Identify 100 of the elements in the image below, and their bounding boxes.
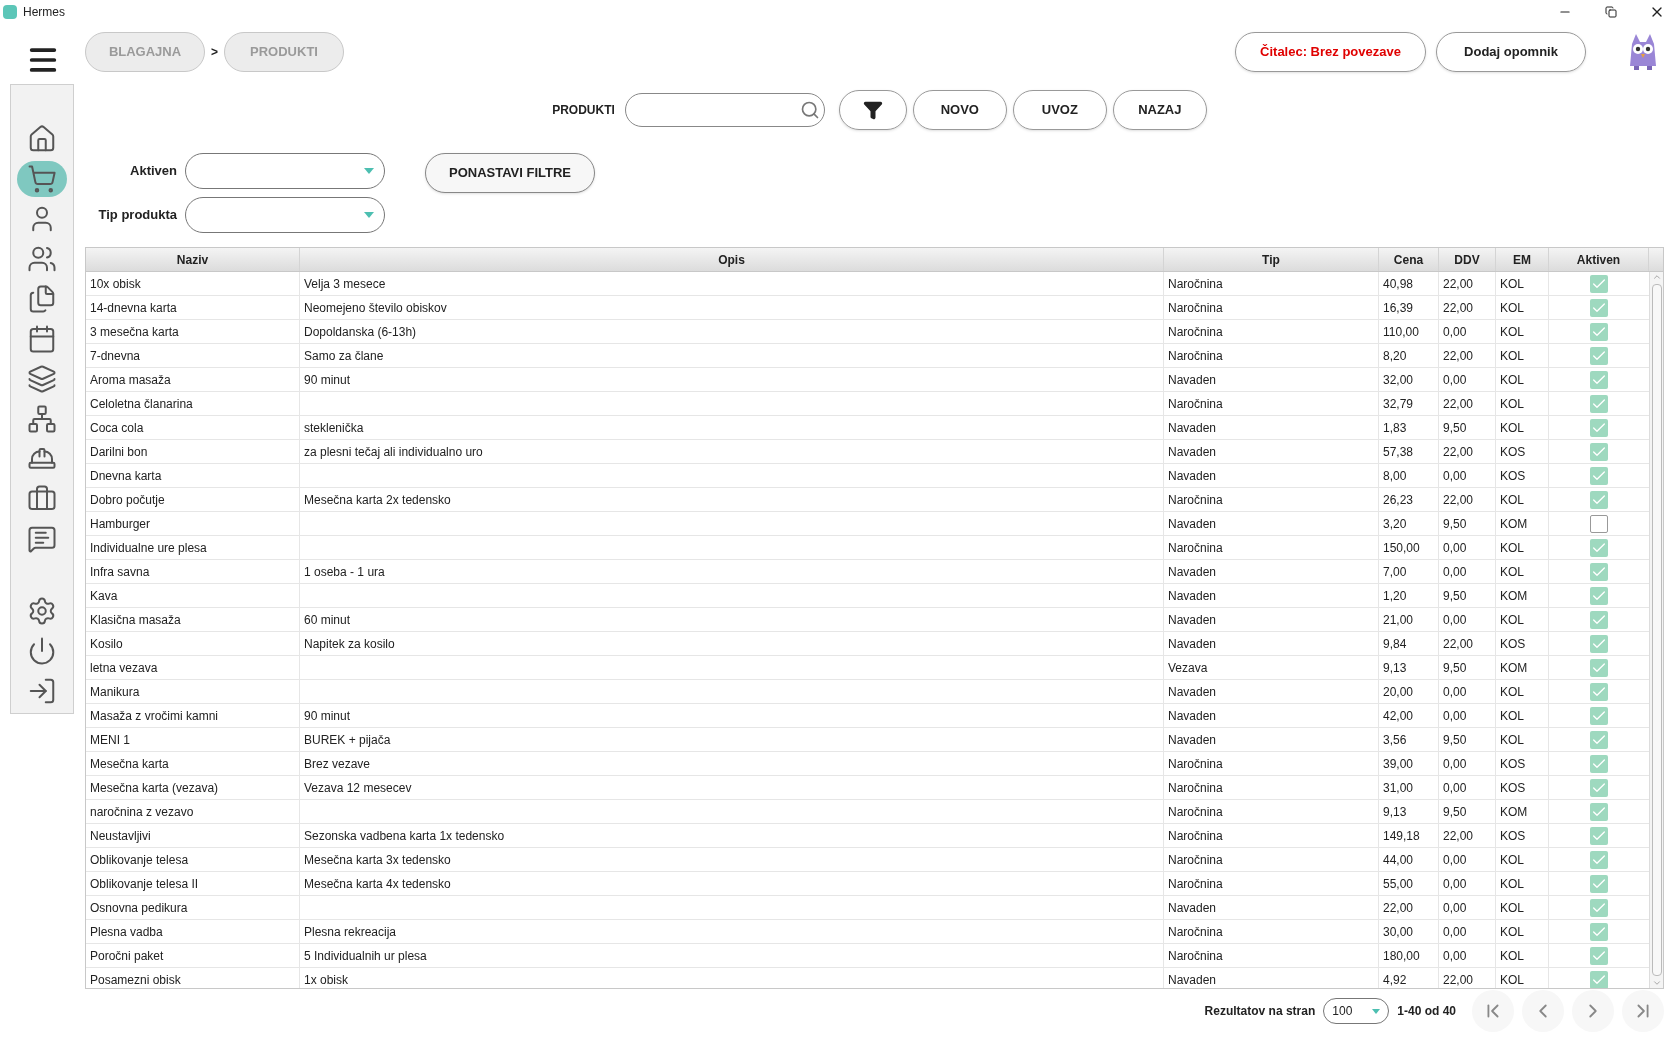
table-cell: KOM: [1496, 800, 1549, 823]
table-cell: KOL: [1496, 944, 1549, 967]
table-cell: Navaden: [1164, 464, 1379, 487]
active-checkbox[interactable]: [1590, 730, 1608, 749]
column-header[interactable]: EM: [1496, 248, 1549, 271]
next-page-button[interactable]: [1572, 990, 1614, 1032]
active-checkbox[interactable]: [1590, 346, 1608, 365]
active-checkbox[interactable]: [1590, 658, 1608, 677]
users-icon: [26, 244, 57, 274]
table-cell: Vezava: [1164, 656, 1379, 679]
table-cell: 22,00: [1439, 296, 1496, 319]
table-cell: Naročnina: [1164, 872, 1379, 895]
table-cell: Mesečna karta (vezava): [86, 776, 300, 799]
table-cell: za plesni tečaj ali individualno uro: [300, 440, 1164, 463]
table-cell: 3,56: [1379, 728, 1439, 751]
active-checkbox[interactable]: [1590, 490, 1608, 509]
table-cell: Napitek za kosilo: [300, 632, 1164, 655]
table-cell: 31,00: [1379, 776, 1439, 799]
table-cell: 0,00: [1439, 608, 1496, 631]
active-checkbox[interactable]: [1590, 802, 1608, 821]
active-checkbox[interactable]: [1590, 562, 1608, 581]
table-cell: Naročnina: [1164, 752, 1379, 775]
active-checkbox[interactable]: [1590, 514, 1608, 533]
last-page-button[interactable]: [1622, 990, 1664, 1032]
table-cell: KOL: [1496, 416, 1549, 439]
active-checkbox[interactable]: [1590, 586, 1608, 605]
active-checkbox[interactable]: [1590, 778, 1608, 797]
dropdown-caret-icon: [364, 168, 374, 174]
table-cell: 90 minut: [300, 704, 1164, 727]
active-checkbox[interactable]: [1590, 922, 1608, 941]
scroll-down-icon[interactable]: [1651, 978, 1662, 988]
table-cell: Dobro počutje: [86, 488, 300, 511]
table-cell: 55,00: [1379, 872, 1439, 895]
reset-filters-button[interactable]: PONASTAVI FILTRE: [425, 153, 595, 193]
active-checkbox[interactable]: [1590, 634, 1608, 653]
previous-page-button[interactable]: [1522, 990, 1564, 1032]
table-cell: 22,00: [1439, 632, 1496, 655]
active-checkbox[interactable]: [1590, 826, 1608, 845]
active-checkbox[interactable]: [1590, 466, 1608, 485]
table-cell: 0,00: [1439, 464, 1496, 487]
filter-label: Aktiven: [129, 162, 177, 181]
column-header[interactable]: DDV: [1439, 248, 1496, 271]
active-checkbox[interactable]: [1590, 898, 1608, 917]
table-cell: 9,50: [1439, 584, 1496, 607]
table-cell: Navaden: [1164, 584, 1379, 607]
table-cell: 5 Individualnih ur plesa: [300, 944, 1164, 967]
table-cell: Naročnina: [1164, 296, 1379, 319]
table-cell: 10x obisk: [86, 272, 300, 295]
table-cell: Klasična masaža: [86, 608, 300, 631]
active-checkbox[interactable]: [1590, 874, 1608, 893]
sidebar-item[interactable]: [16, 161, 67, 197]
scroll-up-icon[interactable]: [1651, 272, 1662, 282]
table-cell: Poročni paket: [86, 944, 300, 967]
table-cell: 150,00: [1379, 536, 1439, 559]
table-cell: KOL: [1496, 920, 1549, 943]
table-cell: naročnina z vezavo: [86, 800, 300, 823]
column-header[interactable]: Aktiven: [1549, 248, 1649, 271]
column-header[interactable]: Naziv: [86, 248, 300, 271]
first-page-button[interactable]: [1472, 990, 1514, 1032]
active-checkbox[interactable]: [1590, 754, 1608, 773]
table-cell: 7-dnevna: [86, 344, 300, 367]
table-cell: 7,00: [1379, 560, 1439, 583]
active-checkbox[interactable]: [1590, 322, 1608, 341]
active-checkbox[interactable]: [1590, 706, 1608, 725]
active-checkbox[interactable]: [1590, 394, 1608, 413]
active-checkbox[interactable]: [1590, 370, 1608, 389]
active-checkbox[interactable]: [1590, 682, 1608, 701]
column-header[interactable]: Opis: [300, 248, 1164, 271]
column-header[interactable]: Cena: [1379, 248, 1439, 271]
active-checkbox[interactable]: [1590, 850, 1608, 869]
scrollbar[interactable]: [1649, 272, 1663, 988]
table-cell: Darilni bon: [86, 440, 300, 463]
table-cell: Navaden: [1164, 896, 1379, 919]
table-cell: Kava: [86, 584, 300, 607]
table-cell: 14-dnevna karta: [86, 296, 300, 319]
filter-icon: [862, 100, 883, 120]
table-cell: Sezonska vadbena karta 1x tedensko: [300, 824, 1164, 847]
table-cell: Dnevna karta: [86, 464, 300, 487]
table-cell: 8,00: [1379, 464, 1439, 487]
page-size-label: Rezultatov na stran: [1204, 1003, 1316, 1020]
active-checkbox[interactable]: [1590, 274, 1608, 293]
table-cell: 39,00: [1379, 752, 1439, 775]
column-header[interactable]: Tip: [1164, 248, 1379, 271]
table-cell: Navaden: [1164, 416, 1379, 439]
active-checkbox[interactable]: [1590, 970, 1608, 988]
table-cell: Navaden: [1164, 680, 1379, 703]
table-cell: KOL: [1496, 848, 1549, 871]
layers-icon: [26, 364, 57, 394]
active-checkbox[interactable]: [1590, 946, 1608, 965]
active-checkbox[interactable]: [1590, 298, 1608, 317]
table-cell: KOL: [1496, 368, 1549, 391]
active-checkbox[interactable]: [1590, 442, 1608, 461]
table-cell: 3 mesečna karta: [86, 320, 300, 343]
table-cell: Mesečna karta 4x tedensko: [300, 872, 1164, 895]
table-cell: 0,00: [1439, 536, 1496, 559]
active-checkbox[interactable]: [1590, 610, 1608, 629]
active-checkbox[interactable]: [1590, 538, 1608, 557]
active-checkbox[interactable]: [1590, 418, 1608, 437]
table-cell: KOL: [1496, 608, 1549, 631]
window-title: Hermes: [23, 4, 65, 21]
